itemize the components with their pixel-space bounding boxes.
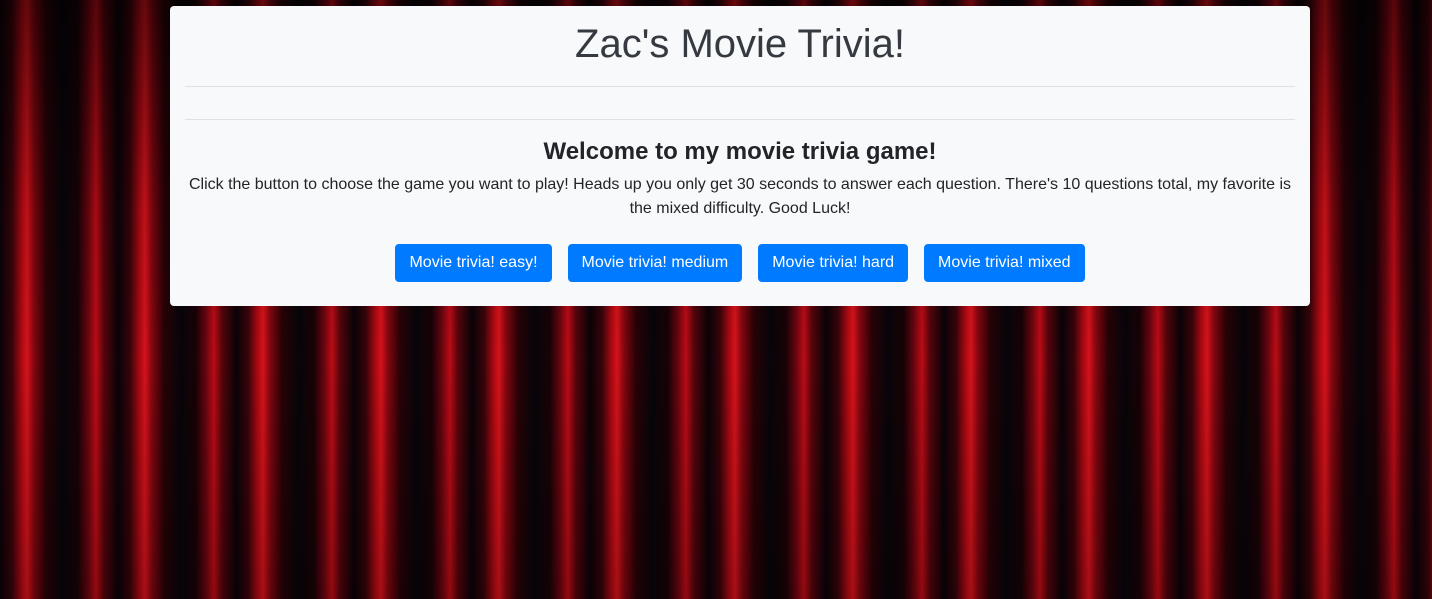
instructions-text: Click the button to choose the game you … xyxy=(188,176,1292,217)
easy-trivia-button[interactable]: Movie trivia! easy! xyxy=(395,244,552,282)
divider-bottom xyxy=(185,119,1295,120)
hard-trivia-button[interactable]: Movie trivia! hard xyxy=(758,244,909,282)
medium-trivia-button[interactable]: Movie trivia! medium xyxy=(567,244,743,282)
mixed-trivia-button[interactable]: Movie trivia! mixed xyxy=(924,244,1085,282)
divider-top xyxy=(185,86,1295,87)
welcome-heading: Welcome to my movie trivia game! xyxy=(543,138,937,165)
difficulty-button-group: Movie trivia! easy! Movie trivia! medium… xyxy=(170,244,1310,282)
page-title: Zac's Movie Trivia! xyxy=(575,22,905,66)
trivia-card: Zac's Movie Trivia! Welcome to my movie … xyxy=(170,6,1310,306)
